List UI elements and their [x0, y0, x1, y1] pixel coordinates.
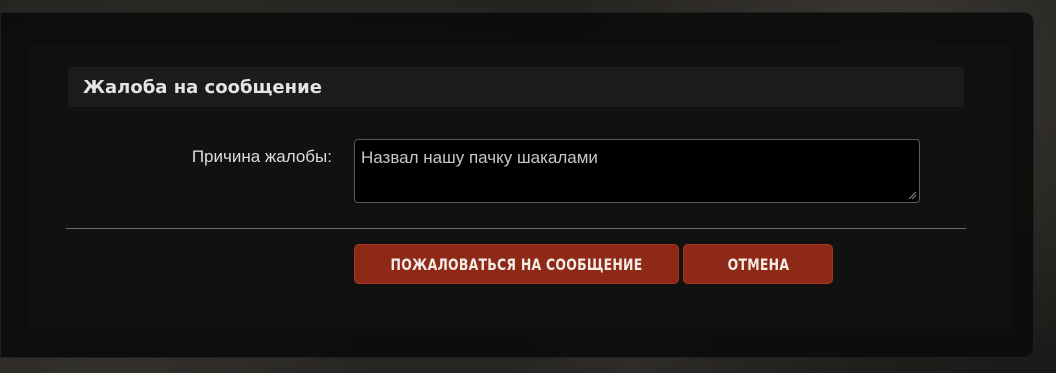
reason-textarea[interactable]: Назвал нашу пачку шакалами [354, 139, 920, 203]
reason-text: Назвал нашу пачку шакалами [361, 148, 598, 167]
dialog-title-bar: Жалоба на сообщение [68, 67, 964, 107]
dialog-title: Жалоба на сообщение [83, 77, 322, 98]
submit-report-button[interactable]: ПОЖАЛОВАТЬСЯ НА СООБЩЕНИЕ [354, 244, 679, 284]
cancel-label: ОТМЕНА [727, 254, 789, 274]
reason-label: Причина жалобы: [191, 147, 332, 166]
form-divider [66, 228, 966, 229]
resize-grip-icon[interactable] [907, 190, 917, 200]
cancel-button[interactable]: ОТМЕНА [683, 244, 833, 284]
submit-report-label: ПОЖАЛОВАТЬСЯ НА СООБЩЕНИЕ [390, 254, 643, 274]
